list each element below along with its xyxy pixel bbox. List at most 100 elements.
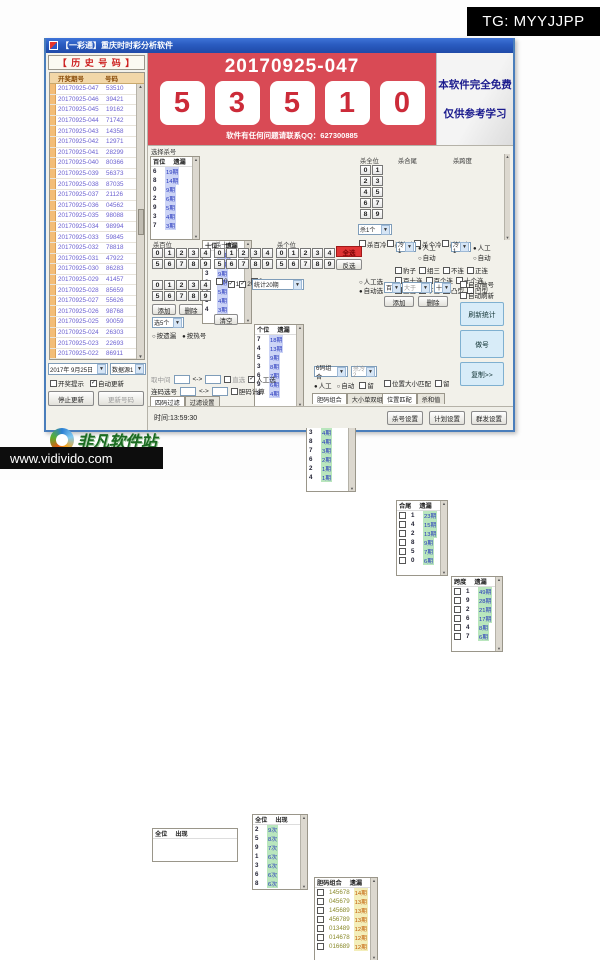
danma-row[interactable]: 01348912期 bbox=[315, 924, 370, 933]
checkbox-icon[interactable] bbox=[317, 889, 324, 896]
size-match-checkbox[interactable]: 位置大小匹配 bbox=[384, 378, 431, 388]
digit-button[interactable]: 4 bbox=[200, 248, 211, 258]
maker-radio[interactable]: ○按遗漏 bbox=[152, 330, 176, 340]
digit-button[interactable]: 5 bbox=[276, 259, 287, 269]
checkbox-icon[interactable] bbox=[454, 588, 461, 595]
digit-button[interactable]: 2 bbox=[176, 248, 187, 258]
history-row[interactable]: 20170925-032 78818 bbox=[50, 243, 136, 254]
history-row[interactable]: 20170925-023 22693 bbox=[50, 338, 136, 349]
radio-icon[interactable]: ● bbox=[359, 289, 363, 295]
digit-button[interactable]: 9 bbox=[200, 291, 211, 301]
digit-button[interactable]: 1 bbox=[288, 248, 299, 258]
digit-button[interactable]: 6 bbox=[288, 259, 299, 269]
checkbox-icon[interactable] bbox=[317, 916, 324, 923]
history-row[interactable]: 20170925-033 59845 bbox=[50, 232, 136, 243]
pattern-checkbox[interactable]: 不连 bbox=[443, 265, 464, 275]
manual-select-checkbox[interactable]: ✓人工选 bbox=[248, 374, 276, 384]
checkbox-icon[interactable] bbox=[399, 557, 406, 564]
zhixuan-checkbox[interactable]: 直选 bbox=[224, 374, 245, 384]
scroll-thumb[interactable] bbox=[138, 209, 144, 235]
kill-option-row[interactable]: 89期 bbox=[397, 538, 440, 547]
omission-row[interactable]: 619期 bbox=[151, 167, 192, 176]
stat-row[interactable]: 86次 bbox=[253, 879, 300, 888]
history-row[interactable]: 20170925-037 21126 bbox=[50, 190, 136, 201]
digit-button[interactable]: 6 bbox=[226, 259, 237, 269]
digit-button[interactable]: 4 bbox=[262, 248, 273, 258]
checkbox-icon[interactable] bbox=[317, 943, 324, 950]
draw-tip-checkbox[interactable]: 开奖提示 bbox=[50, 378, 84, 388]
digit-button[interactable]: 9 bbox=[324, 259, 335, 269]
danma-row[interactable]: 01467812期 bbox=[315, 933, 370, 942]
select-all-button[interactable]: 全选 bbox=[336, 246, 362, 257]
refresh-stats-button[interactable]: 刷新统计 bbox=[460, 302, 504, 326]
history-row[interactable]: 20170925-042 12971 bbox=[50, 137, 136, 148]
history-row[interactable]: 20170925-045 19162 bbox=[50, 105, 136, 116]
stat-row[interactable]: 58次 bbox=[253, 834, 300, 843]
digit-button[interactable]: 5 bbox=[214, 259, 225, 269]
checkbox-icon[interactable] bbox=[387, 240, 394, 247]
checkbox-icon[interactable]: ✓ bbox=[239, 281, 246, 288]
range-max-input[interactable] bbox=[205, 375, 221, 384]
digit-button[interactable]: 0 bbox=[152, 248, 163, 258]
history-row[interactable]: 20170925-039 56373 bbox=[50, 169, 136, 180]
delete-button[interactable]: 删除 bbox=[179, 304, 203, 315]
digit-button[interactable]: 8 bbox=[360, 209, 371, 219]
digit-button[interactable]: 5 bbox=[152, 291, 163, 301]
serial-min-input[interactable] bbox=[180, 387, 196, 396]
stat-row[interactable]: 66次 bbox=[253, 870, 300, 879]
digit-button[interactable]: 9 bbox=[372, 209, 383, 219]
pattern-checkbox[interactable]: 正连 bbox=[467, 265, 488, 275]
digit-button[interactable]: 1 bbox=[164, 280, 175, 290]
digit-button[interactable]: 3 bbox=[188, 248, 199, 258]
digit-button[interactable]: 3 bbox=[312, 248, 323, 258]
digit-button[interactable]: 3 bbox=[188, 280, 199, 290]
checkbox-icon[interactable] bbox=[399, 539, 406, 546]
list-scrollbar[interactable]: ▲▼ bbox=[300, 815, 307, 889]
kill-option-row[interactable]: 149期 bbox=[452, 587, 495, 596]
omission-row[interactable]: 34期 bbox=[307, 428, 348, 437]
omission-row[interactable]: 09期 bbox=[151, 185, 192, 194]
tab-kill-sum[interactable]: 杀和值 bbox=[417, 393, 446, 404]
scroll-up-icon[interactable]: ▲ bbox=[138, 84, 142, 89]
digit-checkbox[interactable]: 0 bbox=[216, 277, 228, 286]
history-row[interactable]: 20170925-031 47922 bbox=[50, 254, 136, 265]
checkbox-icon[interactable]: ✓ bbox=[228, 281, 235, 288]
settings-button[interactable]: 群发设置 bbox=[471, 411, 507, 425]
history-row[interactable]: 20170925-038 87035 bbox=[50, 179, 136, 190]
omission-row[interactable]: 59期 bbox=[255, 353, 296, 362]
omission-row[interactable]: 814期 bbox=[151, 176, 192, 185]
digit-button[interactable]: 0 bbox=[214, 248, 225, 258]
radio-icon[interactable]: ● bbox=[314, 384, 318, 390]
digit-button[interactable]: 3 bbox=[250, 248, 261, 258]
checkbox-icon[interactable] bbox=[50, 380, 57, 387]
history-row[interactable]: 20170925-043 14358 bbox=[50, 126, 136, 137]
digit-button[interactable]: 5 bbox=[152, 259, 163, 269]
omission-row[interactable]: 21期 bbox=[307, 464, 348, 473]
history-row[interactable]: 20170925-027 55626 bbox=[50, 296, 136, 307]
danma-calc-checkbox[interactable]: 胆码计算 bbox=[231, 386, 265, 396]
omission-row[interactable]: 73期 bbox=[307, 446, 348, 455]
digit-button[interactable]: 4 bbox=[360, 187, 371, 197]
digit-button[interactable]: 7 bbox=[238, 259, 249, 269]
list-scrollbar[interactable]: ▲▼ bbox=[495, 577, 502, 651]
radio-icon[interactable]: ○ bbox=[418, 256, 422, 262]
history-row[interactable]: 20170925-044 71742 bbox=[50, 116, 136, 127]
digit-button[interactable]: 7 bbox=[176, 291, 187, 301]
checkbox-icon[interactable] bbox=[460, 281, 467, 288]
auto-radio[interactable]: ○自动 bbox=[473, 252, 491, 262]
kill1-select[interactable]: 杀1个▼ bbox=[358, 224, 392, 235]
history-row[interactable]: 20170925-028 85659 bbox=[50, 285, 136, 296]
stat-row[interactable]: 97次 bbox=[253, 843, 300, 852]
serial-max-input[interactable] bbox=[212, 387, 228, 396]
digit-button[interactable]: 1 bbox=[164, 248, 175, 258]
danma-row[interactable]: 04567913期 bbox=[315, 897, 370, 906]
danma-row[interactable]: 14568913期 bbox=[315, 906, 370, 915]
history-row[interactable]: 20170925-026 98768 bbox=[50, 306, 136, 317]
kill-option-row[interactable]: 76期 bbox=[452, 632, 495, 641]
digit-button[interactable]: 1 bbox=[226, 248, 237, 258]
checkbox-icon[interactable] bbox=[395, 267, 402, 274]
digit-button[interactable]: 8 bbox=[188, 259, 199, 269]
kill-option-row[interactable]: 123期 bbox=[397, 511, 440, 520]
omission-row[interactable]: 43期 bbox=[203, 305, 244, 314]
mode-radio[interactable]: ○人工选 bbox=[359, 276, 383, 285]
